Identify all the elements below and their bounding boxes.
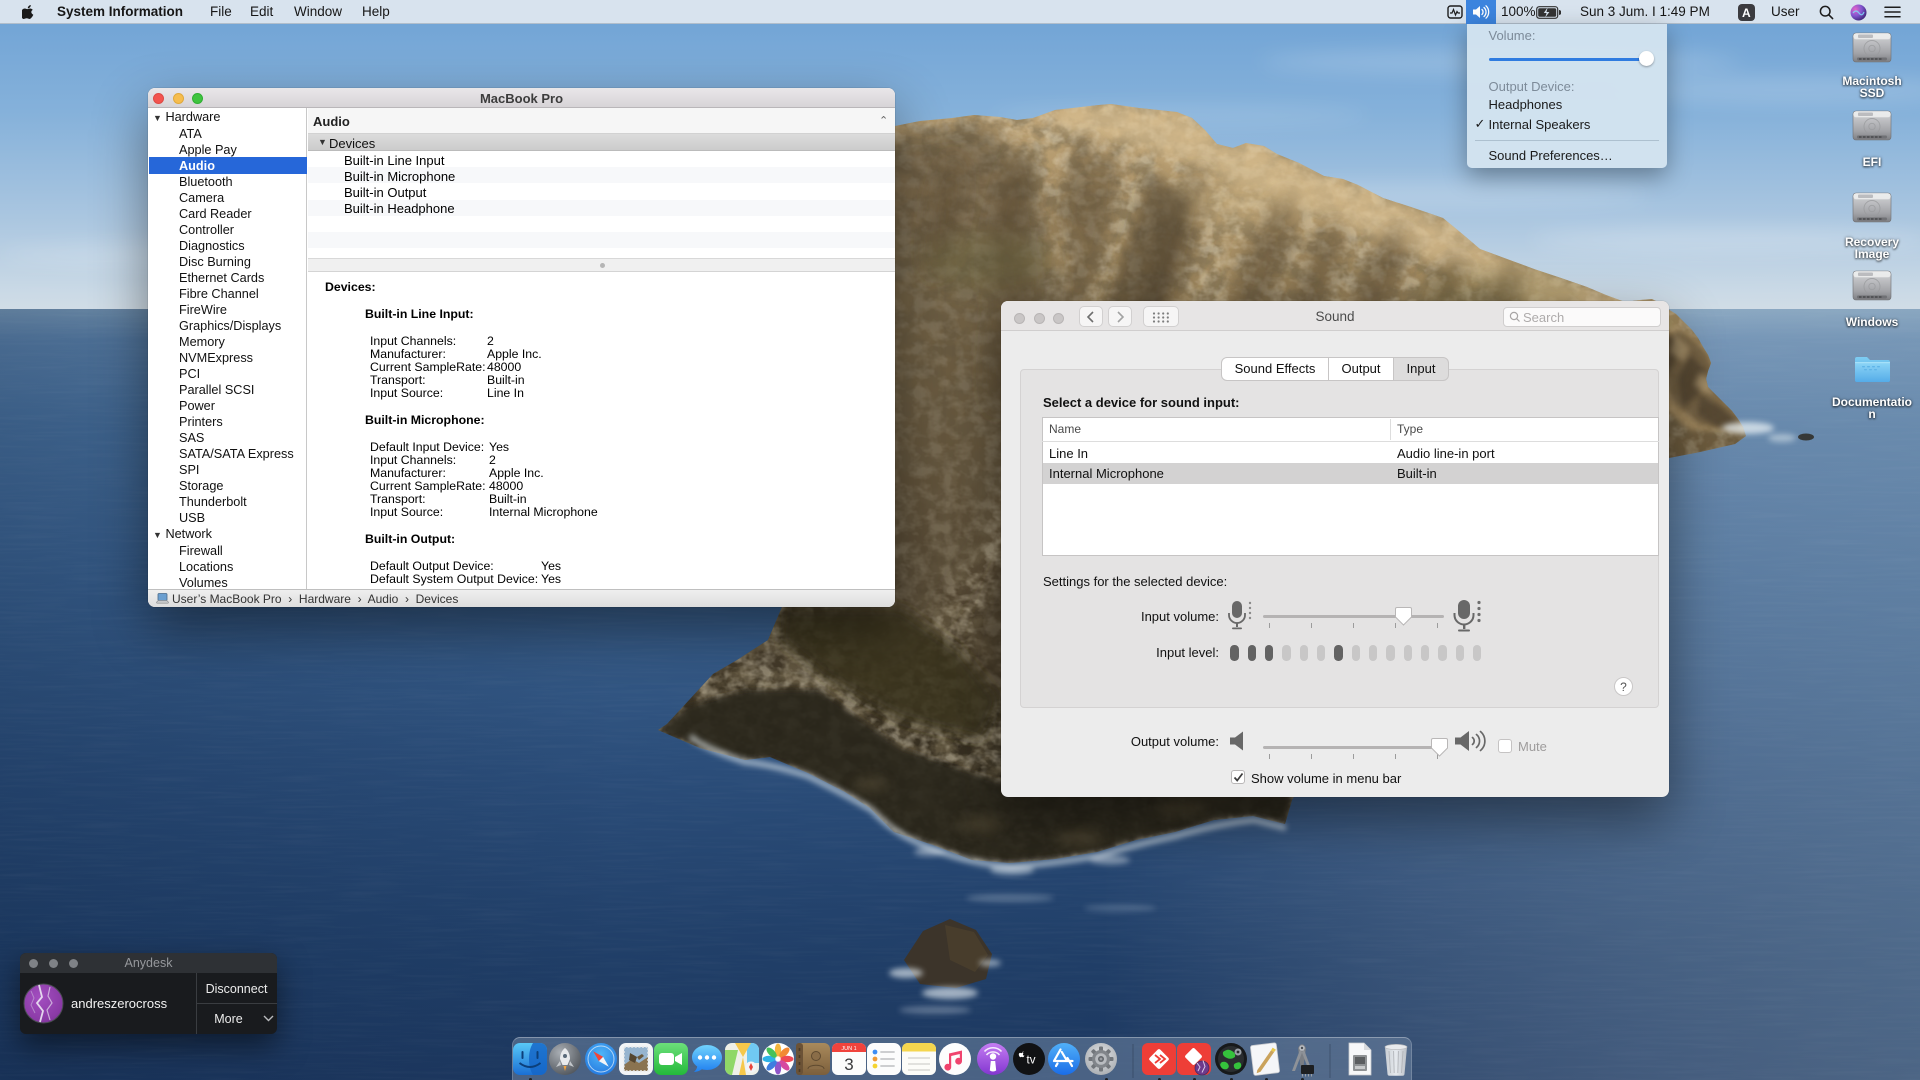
svg-text:tv: tv bbox=[1027, 1055, 1036, 1067]
svg-text:3: 3 bbox=[844, 1055, 853, 1074]
svg-text:JUN 1: JUN 1 bbox=[841, 1046, 856, 1052]
